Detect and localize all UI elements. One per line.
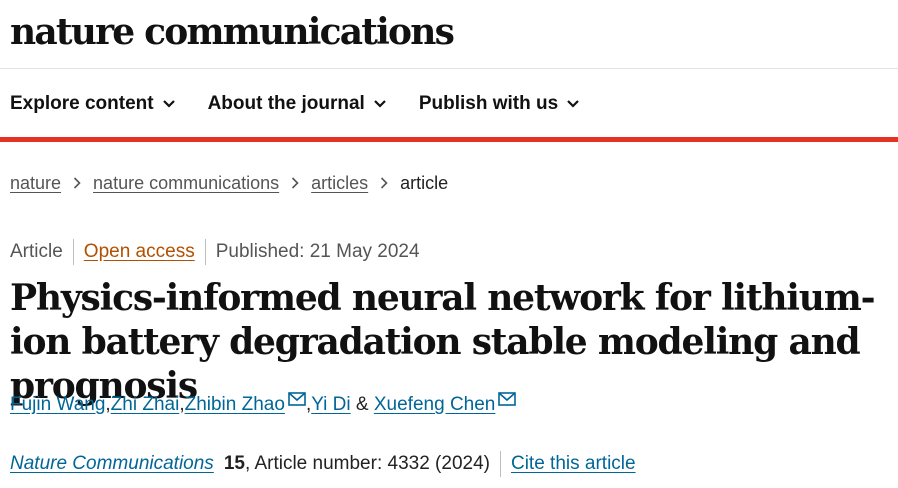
- nav-about-the-journal[interactable]: About the journal: [208, 93, 386, 115]
- chevron-right-icon: [381, 177, 388, 189]
- main-nav: Explore content About the journal Publis…: [10, 84, 579, 124]
- nav-publish-with-us[interactable]: Publish with us: [419, 93, 579, 115]
- article-number: , Article number: 4332 (2024): [244, 453, 490, 474]
- nav-item-label: Publish with us: [418, 93, 559, 114]
- author-link[interactable]: Fujin Wang: [10, 394, 105, 416]
- nav-explore-content[interactable]: Explore content: [10, 93, 175, 115]
- published-date: Published: 21 May 2024: [215, 241, 420, 262]
- breadcrumb-current: article: [400, 172, 449, 193]
- meta-divider: [204, 239, 206, 265]
- article-type: Article: [10, 241, 63, 262]
- breadcrumb-nature[interactable]: nature: [10, 173, 61, 194]
- volume-number: 15: [223, 453, 245, 474]
- nav-item-label: About the journal: [207, 93, 365, 114]
- mail-icon[interactable]: [288, 392, 306, 406]
- masthead-divider: [0, 68, 898, 69]
- breadcrumb-articles[interactable]: articles: [311, 173, 368, 194]
- cite-this-article-link[interactable]: Cite this article: [511, 453, 636, 475]
- author-link[interactable]: Xuefeng Chen: [374, 394, 496, 416]
- meta-divider: [72, 239, 74, 265]
- chevron-right-icon: [292, 177, 299, 189]
- chevron-down-icon: [567, 100, 579, 108]
- mail-icon[interactable]: [498, 392, 517, 406]
- journal-link[interactable]: Nature Communications: [10, 453, 214, 475]
- author-conjunction: &: [350, 394, 374, 415]
- article-page: nature communications Explore content Ab…: [0, 0, 898, 488]
- chevron-down-icon: [162, 100, 175, 108]
- breadcrumb-nature-communications[interactable]: nature communications: [93, 173, 279, 194]
- author-list: Fujin Wang, Zhi Zhai, Zhibin Zhao , Yi D…: [10, 390, 517, 420]
- chevron-down-icon: [374, 100, 386, 108]
- article-title: Physics-informed neural network for lith…: [10, 277, 876, 407]
- breadcrumb: nature nature communications articles ar…: [10, 168, 448, 198]
- author-link[interactable]: Zhibin Zhao: [185, 394, 285, 416]
- citation-divider: [499, 451, 501, 477]
- nav-item-label: Explore content: [10, 93, 154, 114]
- open-access-link[interactable]: Open access: [84, 241, 195, 263]
- chevron-right-icon: [73, 177, 81, 189]
- article-meta: Article Open access Published: 21 May 20…: [10, 238, 420, 266]
- citation-line: Nature Communications 15, Article number…: [10, 450, 636, 478]
- author-link[interactable]: Zhi Zhai: [111, 394, 180, 416]
- author-link[interactable]: Yi Di: [311, 394, 350, 416]
- site-logo[interactable]: nature communications: [10, 6, 455, 58]
- accent-bar: [0, 137, 898, 142]
